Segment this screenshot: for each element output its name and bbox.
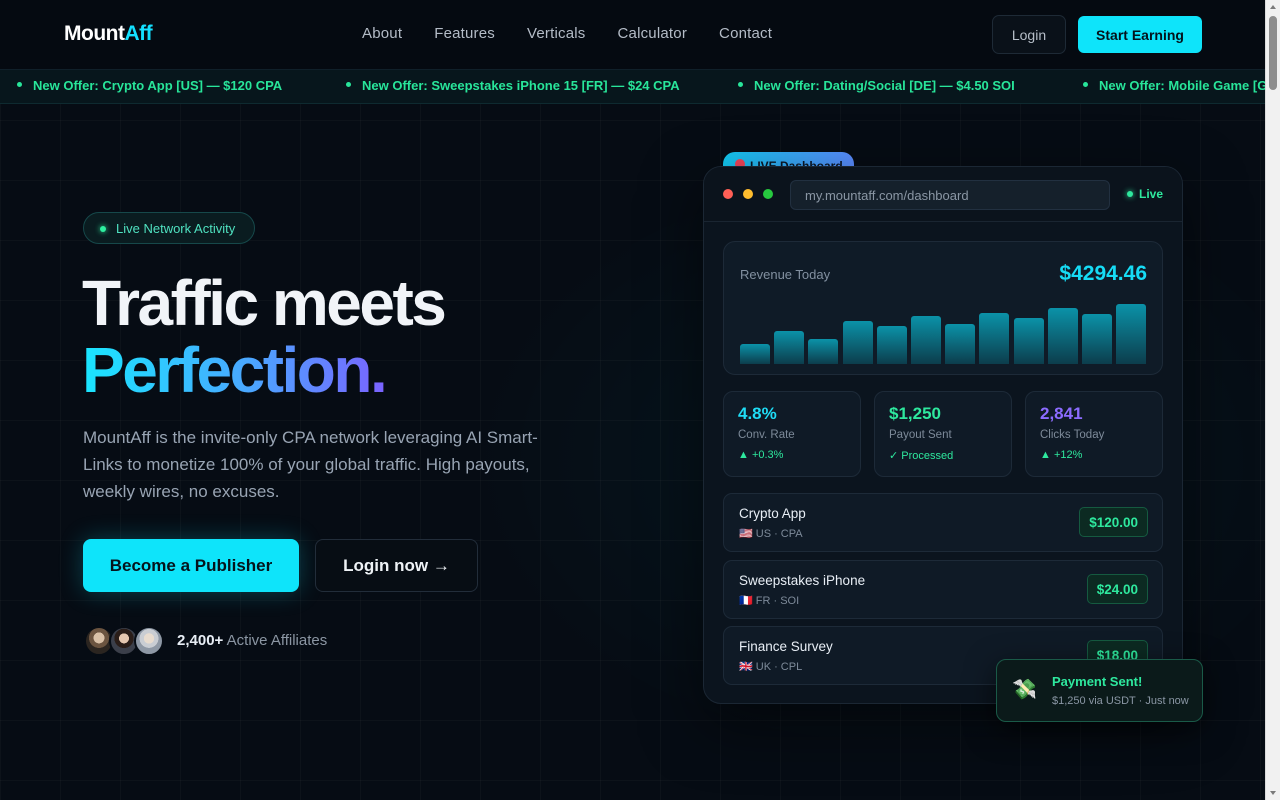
hero-title-line1: Traffic meets	[82, 267, 447, 339]
revenue-bar	[842, 321, 873, 364]
stat-label: Clicks Today	[1040, 429, 1105, 441]
ticker-dot-icon	[17, 82, 22, 88]
become-publisher-button[interactable]: Become a Publisher	[83, 539, 299, 592]
logo-main-text: Mount	[64, 22, 125, 45]
live-dot-icon	[1127, 190, 1133, 197]
avatar	[134, 626, 164, 656]
offer-payout: $120.00	[1079, 507, 1148, 537]
scrollbar-thumb[interactable]	[1269, 16, 1277, 90]
live-indicator: Live	[1127, 187, 1163, 201]
revenue-bar-chart	[740, 299, 1148, 364]
scroll-down-icon[interactable]	[1270, 791, 1276, 795]
stat-value: 2,841	[1040, 404, 1083, 423]
revenue-bar	[740, 344, 770, 364]
offer-row[interactable]: Sweepstakes iPhone 🇫🇷 FR · SOI $24.00	[723, 560, 1163, 619]
payment-toast: 💸 Payment Sent! $1,250 via USDT · Just n…	[996, 659, 1203, 722]
active-affiliates: 2,400+ Active Affiliates	[177, 632, 327, 649]
offer-meta: 🇫🇷 FR · SOI	[739, 595, 800, 607]
money-icon: 💸	[1012, 679, 1037, 701]
dashboard-mockup: my.mountaff.com/dashboard Live Revenue T…	[703, 166, 1183, 704]
stat-value: 4.8%	[738, 404, 777, 423]
offer-meta: 🇺🇸 US · CPA	[739, 528, 803, 540]
hero-description: MountAff is the invite-only CPA network …	[83, 428, 538, 501]
stat-change: ▲ +12%	[1040, 449, 1083, 461]
ticker-item: New Offer: Crypto App [US] — $120 CPA	[17, 78, 282, 93]
ticker-text: New Offer: Crypto App [US] — $120 CPA	[33, 78, 283, 93]
revenue-bar	[979, 313, 1010, 364]
offers-ticker: New Offer: Crypto App [US] — $120 CPA Ne…	[0, 70, 1265, 104]
ticker-item: New Offer: Mobile Game [G	[1083, 78, 1265, 93]
nav-links: About Features Verticals Calculator Cont…	[362, 25, 772, 42]
revenue-bar	[876, 326, 907, 364]
login-button[interactable]: Login	[992, 15, 1066, 54]
nav-link-verticals[interactable]: Verticals	[527, 25, 586, 42]
logo[interactable]: MountAff	[64, 22, 153, 46]
live-activity-badge: Live Network Activity	[83, 212, 255, 244]
ticker-text: New Offer: Mobile Game [G	[1099, 78, 1265, 93]
offer-name: Finance Survey	[739, 639, 833, 654]
affiliate-avatars	[84, 626, 168, 656]
maximize-dot-icon	[763, 189, 773, 199]
offer-row[interactable]: Crypto App 🇺🇸 US · CPA $120.00	[723, 493, 1163, 552]
nav-link-calculator[interactable]: Calculator	[618, 25, 688, 42]
stat-change: ✓ Processed	[889, 450, 954, 462]
page-scrollbar[interactable]	[1265, 0, 1280, 800]
ticker-item: New Offer: Dating/Social [DE] — $4.50 SO…	[738, 78, 1015, 93]
revenue-bar	[945, 324, 976, 364]
close-dot-icon	[723, 189, 733, 199]
stat-change: ▲ +0.3%	[738, 449, 784, 461]
ticker-text: New Offer: Dating/Social [DE] — $4.50 SO…	[754, 78, 1015, 93]
badge-label: Live Network Activity	[116, 220, 236, 236]
ticker-item: New Offer: Sweepstakes iPhone 15 [FR] — …	[346, 78, 680, 93]
dashboard-url-bar: my.mountaff.com/dashboard	[790, 180, 1110, 210]
ticker-dot-icon	[1083, 82, 1088, 88]
revenue-bar	[911, 316, 941, 364]
start-earning-button[interactable]: Start Earning	[1078, 16, 1202, 53]
revenue-bar	[1082, 314, 1112, 364]
toast-subtitle: $1,250 via USDT · Just now	[1052, 695, 1189, 707]
logo-accent-text: Aff	[124, 22, 153, 45]
revenue-card: Revenue Today $4294.46	[723, 241, 1163, 375]
stat-card-conv-rate: 4.8% Conv. Rate ▲ +0.3%	[723, 391, 861, 477]
revenue-bar	[808, 339, 839, 364]
toast-title: Payment Sent!	[1052, 674, 1143, 689]
stat-card-payout: $1,250 Payout Sent ✓ Processed	[874, 391, 1012, 477]
revenue-bar	[1047, 308, 1078, 364]
stat-card-clicks: 2,841 Clicks Today ▲ +12%	[1025, 391, 1163, 477]
minimize-dot-icon	[743, 189, 753, 199]
nav-link-about[interactable]: About	[362, 25, 402, 42]
offer-payout: $24.00	[1086, 574, 1148, 604]
affiliates-count: 2,400+	[177, 632, 224, 649]
affiliates-label: Active Affiliates	[226, 632, 328, 649]
nav-link-contact[interactable]: Contact	[719, 25, 772, 42]
scroll-up-icon[interactable]	[1270, 5, 1276, 9]
offer-name: Crypto App	[739, 506, 806, 521]
top-navbar: MountAff About Features Verticals Calcul…	[0, 0, 1265, 70]
revenue-bar	[1013, 318, 1044, 364]
revenue-bar	[1116, 304, 1147, 364]
ticker-text: New Offer: Sweepstakes iPhone 15 [FR] — …	[362, 78, 680, 93]
offer-meta: 🇬🇧 UK · CPL	[739, 661, 803, 673]
ticker-dot-icon	[738, 82, 743, 88]
live-dot-icon	[100, 226, 106, 232]
revenue-label: Revenue Today	[740, 267, 831, 282]
stat-value: $1,250	[889, 404, 941, 423]
live-label: Live	[1139, 187, 1164, 201]
revenue-bar	[774, 331, 805, 364]
hero-title-line2: Perfection.	[82, 334, 388, 406]
stat-label: Payout Sent	[889, 429, 952, 441]
ticker-dot-icon	[346, 82, 351, 88]
nav-link-features[interactable]: Features	[434, 25, 495, 42]
dashboard-browser-bar: my.mountaff.com/dashboard Live	[704, 167, 1182, 222]
login-now-button[interactable]: Login now →	[315, 539, 478, 592]
offer-name: Sweepstakes iPhone	[739, 573, 866, 588]
stat-label: Conv. Rate	[738, 429, 795, 441]
revenue-value: $4294.46	[1059, 262, 1147, 285]
